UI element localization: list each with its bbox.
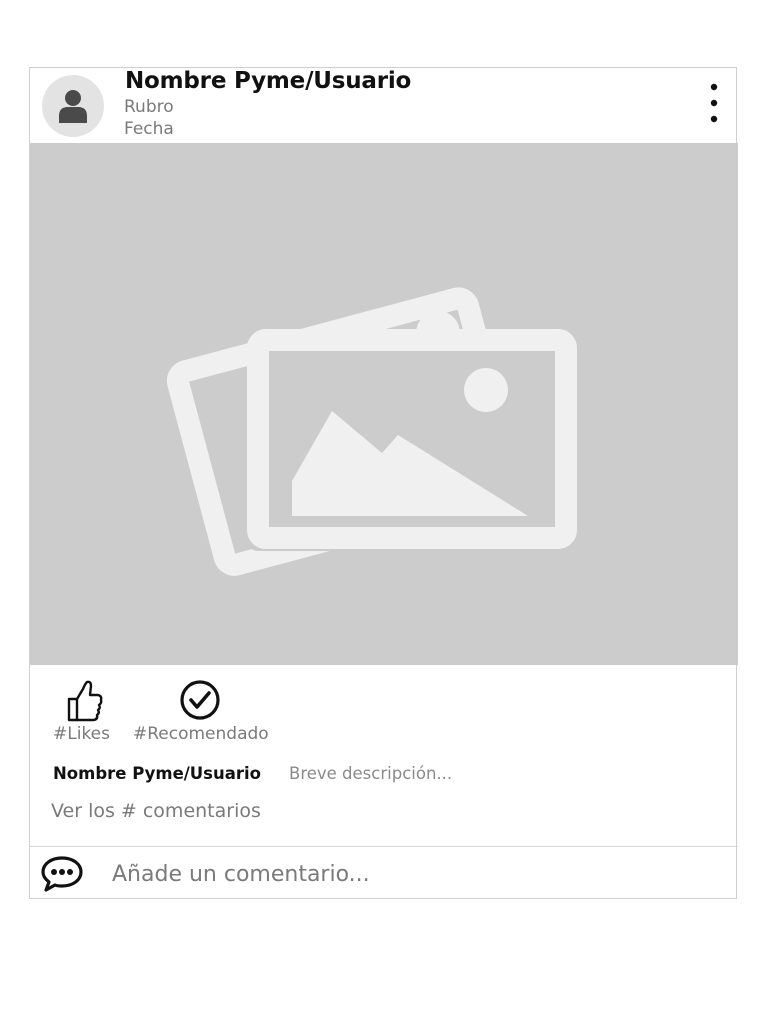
comment-input[interactable] [112,855,712,893]
author-category: Rubro [124,97,174,117]
thumbs-up-icon [67,680,103,722]
recommend-button[interactable] [179,679,221,721]
description-author[interactable]: Nombre Pyme/Usuario [53,764,261,783]
like-button[interactable] [66,680,104,722]
more-options-button[interactable] [698,78,730,128]
view-comments-link[interactable]: Ver los # comentarios [51,800,261,822]
speech-bubble-icon [41,856,83,892]
comment-button[interactable] [41,855,83,893]
likes-count: #Likes [53,724,110,744]
post-card: Nombre Pyme/Usuario Rubro Fecha #Likes #… [29,67,738,900]
author-name[interactable]: Nombre Pyme/Usuario [125,68,411,94]
recommended-count: #Recomendado [133,724,269,744]
post-description: Breve descripción... [289,764,453,783]
check-circle-icon [180,680,220,720]
post-header: Nombre Pyme/Usuario Rubro Fecha [30,68,738,143]
post-image[interactable] [30,143,738,665]
image-placeholder-icon [166,287,577,576]
user-icon [59,90,87,123]
post-actions: #Likes #Recomendado Nombre Pyme/Usuario … [30,665,738,845]
post-date: Fecha [124,119,174,139]
more-vertical-icon [710,83,718,123]
avatar[interactable] [42,75,104,137]
comment-bar [30,846,738,900]
